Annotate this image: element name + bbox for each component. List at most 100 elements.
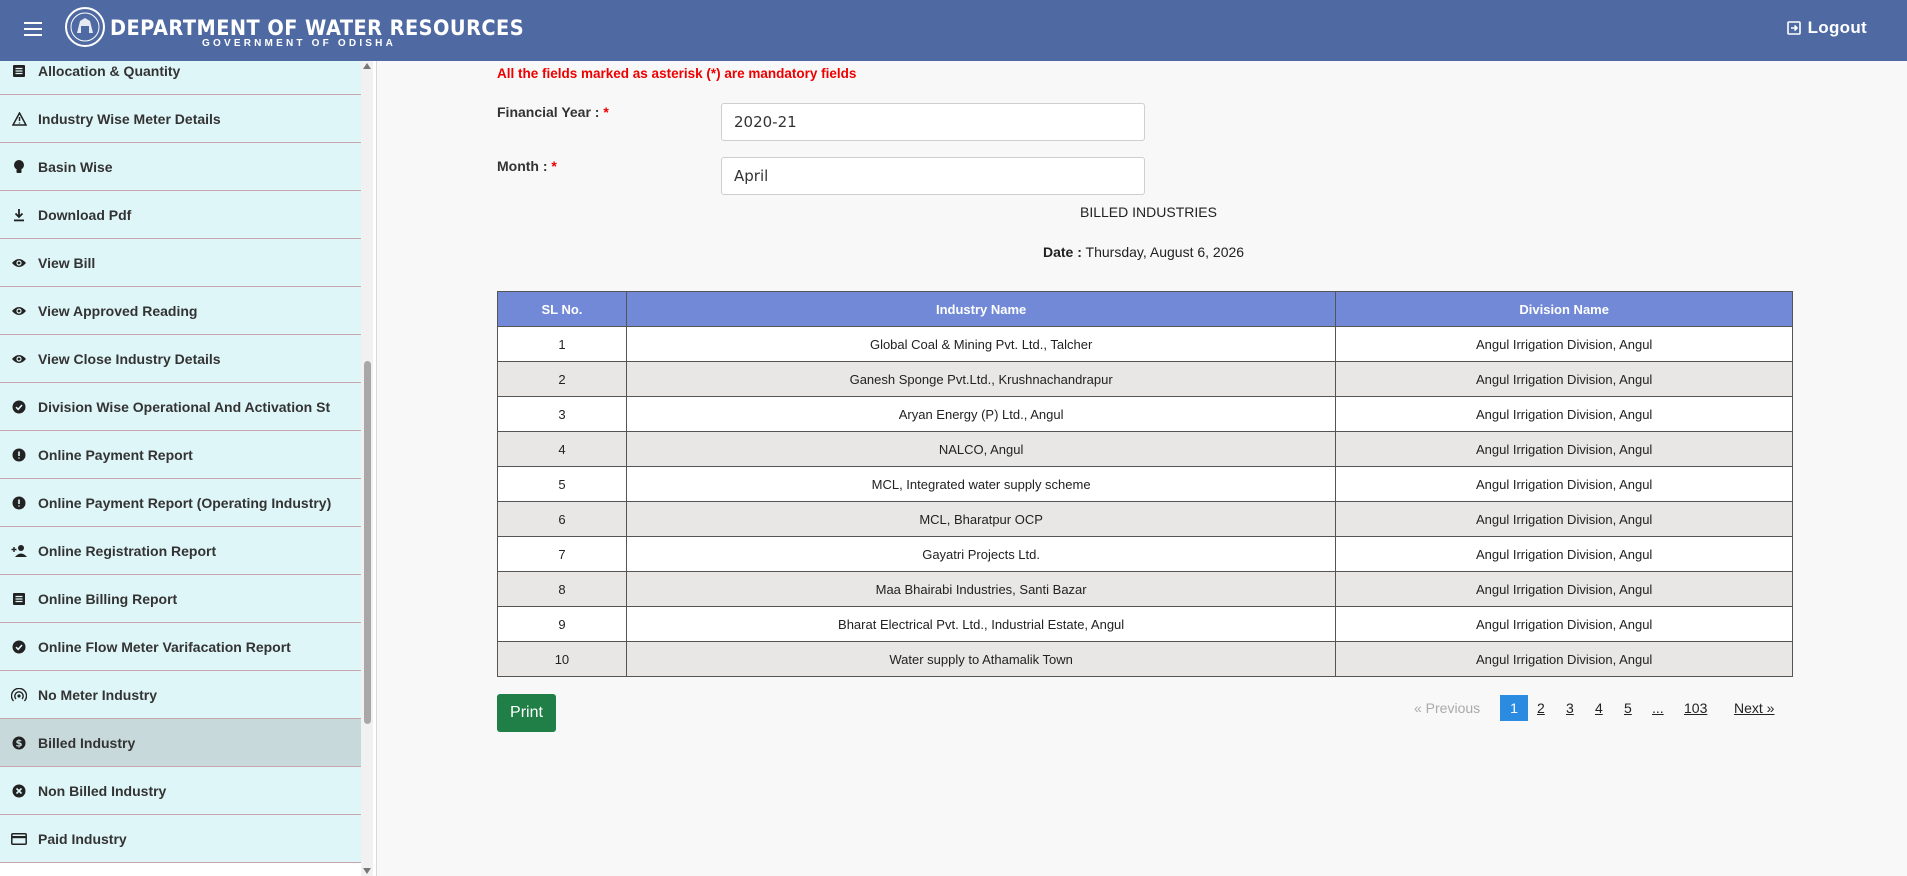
column-header-division-name[interactable]: Division Name (1335, 291, 1793, 327)
alert-circle-icon (10, 494, 28, 512)
column-header-industry-name[interactable]: Industry Name (625, 291, 1337, 327)
credit-card-icon (10, 830, 28, 848)
sidebar-item-view-bill[interactable]: View Bill (0, 239, 361, 287)
alert-circle-icon (10, 446, 28, 464)
sidebar-item-basin-wise[interactable]: Basin Wise (0, 143, 361, 191)
report-date: Date : Thursday, August 6, 2026 (1043, 244, 1244, 260)
cell-division-name: Angul Irrigation Division, Angul (1335, 606, 1793, 642)
financial-year-field[interactable] (721, 103, 1145, 141)
table-row: 9 Bharat Electrical Pvt. Ltd., Industrial… (497, 606, 1793, 642)
report-title: BILLED INDUSTRIES (1080, 204, 1217, 220)
sidebar-item-label: View Approved Reading (38, 302, 198, 319)
billed-industries-table: SL No. Industry Name Division Name 1 Glob… (497, 291, 1793, 677)
pagination-next[interactable]: Next » (1734, 695, 1774, 721)
logout-label: Logout (1807, 18, 1867, 37)
cell-industry-name: Bharat Electrical Pvt. Ltd., Industrial … (625, 606, 1337, 642)
sidebar-item-label: Paid Industry (38, 830, 127, 847)
month-field[interactable] (721, 157, 1145, 195)
logout-icon (1786, 21, 1801, 35)
bulb-icon (10, 158, 28, 176)
cell-sl-no: 8 (497, 571, 627, 607)
column-header-sl-no[interactable]: SL No. (497, 291, 627, 327)
sidebar-item-online-payment-report[interactable]: Online Payment Report (0, 431, 361, 479)
cell-industry-name: Aryan Energy (P) Ltd., Angul (625, 396, 1337, 432)
sidebar-item-download-pdf[interactable]: Download Pdf (0, 191, 361, 239)
cell-division-name: Angul Irrigation Division, Angul (1335, 501, 1793, 537)
date-label: Date : (1043, 244, 1082, 260)
table-row: 8 Maa Bhairabi Industries, Santi Bazar Ang… (497, 571, 1793, 607)
logout-button[interactable]: Logout (1786, 18, 1867, 38)
list-icon (10, 62, 28, 80)
cell-industry-name: Maa Bhairabi Industries, Santi Bazar (625, 571, 1337, 607)
sidebar-menu: Allocation & Quantity Industry Wise Meter… (0, 61, 361, 863)
sidebar-item-label: Online Billing Report (38, 590, 178, 607)
cell-sl-no: 10 (497, 641, 627, 677)
table-row: 7 Gayatri Projects Ltd. Angul Irrigation D… (497, 536, 1793, 572)
cell-sl-no: 4 (497, 431, 627, 467)
cell-division-name: Angul Irrigation Division, Angul (1335, 641, 1793, 677)
menu-icon[interactable] (24, 22, 42, 38)
table-row: 2 Ganesh Sponge Pvt.Ltd., Krushnachandrap… (497, 361, 1793, 397)
sidebar-item-view-approved-reading[interactable]: View Approved Reading (0, 287, 361, 335)
sidebar-item-online-billing-report[interactable]: Online Billing Report (0, 575, 361, 623)
cell-division-name: Angul Irrigation Division, Angul (1335, 571, 1793, 607)
sidebar-item-non-billed-industry[interactable]: Non Billed Industry (0, 767, 361, 815)
cell-division-name: Angul Irrigation Division, Angul (1335, 536, 1793, 572)
sidebar-item-allocation-quantity[interactable]: Allocation & Quantity (0, 61, 361, 95)
cancel-circle-icon (10, 782, 28, 800)
sidebar-scrollbar[interactable] (361, 61, 373, 876)
print-button[interactable]: Print (497, 694, 556, 732)
sidebar-item-online-registration-report[interactable]: Online Registration Report (0, 527, 361, 575)
table-row: 1 Global Coal & Mining Pvt. Ltd., Talcher… (497, 326, 1793, 362)
scroll-up-arrow-icon[interactable] (363, 63, 371, 69)
table-row: 6 MCL, Bharatpur OCP Angul Irrigation Divi… (497, 501, 1793, 537)
pagination-page-3[interactable]: 3 (1566, 695, 1574, 721)
financial-year-label: Financial Year : * (497, 104, 609, 120)
table-row: 3 Aryan Energy (P) Ltd., Angul Angul Irrig… (497, 396, 1793, 432)
sidebar-item-no-meter-industry[interactable]: No Meter Industry (0, 671, 361, 719)
sidebar-item-label: No Meter Industry (38, 686, 158, 703)
cell-division-name: Angul Irrigation Division, Angul (1335, 396, 1793, 432)
person-add-icon (10, 542, 28, 560)
sidebar-item-billed-industry[interactable]: $ Billed Industry (0, 719, 361, 767)
sidebar-item-online-flow-meter-varifacation-report[interactable]: Online Flow Meter Varifacation Report (0, 623, 361, 671)
table-row: 4 NALCO, Angul Angul Irrigation Division, … (497, 431, 1793, 467)
cell-industry-name: Water supply to Athamalik Town (625, 641, 1337, 677)
sidebar-item-industry-wise-meter-details[interactable]: Industry Wise Meter Details (0, 95, 361, 143)
department-subtitle: GOVERNMENT OF ODISHA (202, 38, 397, 49)
sidebar-item-label: Industry Wise Meter Details (38, 110, 221, 127)
cell-industry-name: MCL, Integrated water supply scheme (625, 466, 1337, 502)
pagination-previous[interactable]: « Previous (1414, 695, 1480, 721)
pagination-page-103[interactable]: 103 (1684, 695, 1707, 721)
pagination-page-ellipsis[interactable]: ... (1652, 695, 1664, 721)
cell-division-name: Angul Irrigation Division, Angul (1335, 361, 1793, 397)
table-row: 10 Water supply to Athamalik Town Angul Ir… (497, 641, 1793, 677)
scroll-down-arrow-icon[interactable] (363, 868, 371, 874)
sidebar-item-online-payment-report-operating-industry[interactable]: Online Payment Report (Operating Industr… (0, 479, 361, 527)
scrollbar-thumb[interactable] (364, 361, 371, 724)
sidebar-item-label: Online Registration Report (38, 542, 217, 559)
cell-sl-no: 3 (497, 396, 627, 432)
cell-sl-no: 9 (497, 606, 627, 642)
odisha-emblem-logo (65, 7, 105, 47)
eye-icon (10, 350, 28, 368)
cell-industry-name: MCL, Bharatpur OCP (625, 501, 1337, 537)
sidebar-item-label: Division Wise Operational And Activation… (38, 398, 331, 415)
month-label: Month : * (497, 158, 557, 174)
check-circle-icon (10, 398, 28, 416)
sidebar-item-label: Basin Wise (38, 158, 113, 175)
required-asterisk: * (603, 104, 609, 120)
pagination-page-2[interactable]: 2 (1537, 695, 1545, 721)
cell-sl-no: 2 (497, 361, 627, 397)
cell-sl-no: 5 (497, 466, 627, 502)
sidebar-item-label: View Close Industry Details (38, 350, 221, 367)
pagination-page-1[interactable]: 1 (1500, 695, 1528, 721)
sidebar-item-view-close-industry-details[interactable]: View Close Industry Details (0, 335, 361, 383)
sidebar-item-paid-industry[interactable]: Paid Industry (0, 815, 361, 863)
sidebar-item-label: Non Billed Industry (38, 782, 167, 799)
date-value: Thursday, August 6, 2026 (1085, 244, 1245, 260)
pagination-page-5[interactable]: 5 (1624, 695, 1632, 721)
cell-division-name: Angul Irrigation Division, Angul (1335, 431, 1793, 467)
sidebar-item-division-wise-operational-and-activation-st[interactable]: Division Wise Operational And Activation… (0, 383, 361, 431)
pagination-page-4[interactable]: 4 (1595, 695, 1603, 721)
